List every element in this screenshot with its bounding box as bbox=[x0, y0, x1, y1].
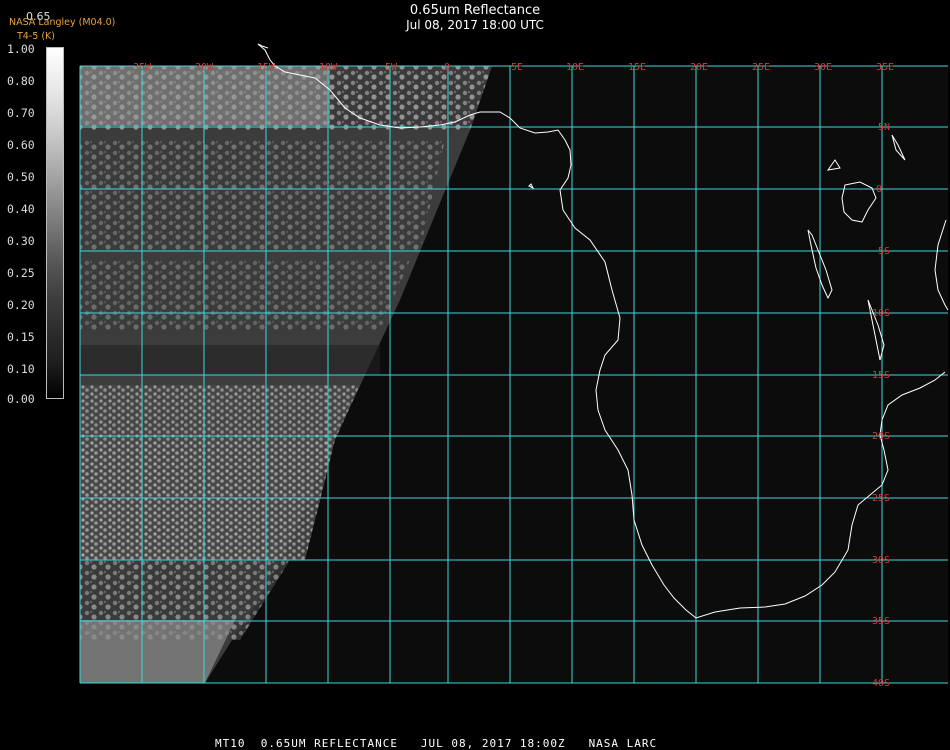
lon-label: 10E bbox=[566, 62, 584, 73]
footer-caption: MT10 0.65UM REFLECTANCE JUL 08, 2017 18:… bbox=[0, 737, 950, 750]
credit-line: NASA Langley (M04.0) bbox=[9, 17, 116, 28]
lon-label: 0 bbox=[444, 62, 450, 73]
map-title: 0.65um Reflectance bbox=[409, 3, 541, 18]
footer-datetime: JUL 08, 2017 18:00Z bbox=[420, 737, 566, 750]
colorbar-label: 0.00 bbox=[7, 392, 35, 406]
colorbar-label: 0.50 bbox=[7, 170, 35, 184]
colorbar-label: 0.20 bbox=[7, 298, 35, 312]
colorbar-label: 0.40 bbox=[7, 202, 35, 216]
lon-label: 30E bbox=[814, 62, 832, 73]
lon-label: 30W bbox=[195, 62, 214, 73]
satellite-map: 35W 30W 15W 10W 5W 0 5E 10E 15E 20E 25E … bbox=[79, 43, 949, 689]
colorbar bbox=[46, 47, 64, 399]
footer-source: NASA LARC bbox=[588, 737, 658, 750]
lon-label: 20E bbox=[690, 62, 708, 73]
colorbar-label: 0.10 bbox=[7, 362, 35, 376]
colorbar-label: 0.60 bbox=[7, 138, 35, 152]
lon-label: 10W bbox=[319, 62, 338, 73]
colorbar-label: 0.15 bbox=[7, 330, 35, 344]
lat-label: 15S bbox=[872, 370, 890, 381]
lon-label: 15W bbox=[257, 62, 276, 73]
lat-label: 5S bbox=[878, 246, 890, 257]
footer-description: 0.65UM REFLECTANCE bbox=[260, 737, 398, 750]
lat-label: 20S bbox=[872, 431, 890, 442]
colorbar-label: 0.70 bbox=[7, 106, 35, 120]
lat-label: 35S bbox=[872, 616, 890, 627]
credit-units: T4-5 (K) bbox=[17, 31, 55, 42]
lon-label: 25E bbox=[752, 62, 770, 73]
colorbar-label: 0.30 bbox=[7, 234, 35, 248]
lat-label: 0 bbox=[876, 184, 882, 195]
map-subtitle: Jul 08, 2017 18:00 UTC bbox=[406, 18, 544, 32]
lon-label: 5E bbox=[511, 62, 523, 73]
colorbar-label: 1.00 bbox=[7, 42, 35, 56]
lat-label: 10S bbox=[872, 308, 890, 319]
colorbar-label: 0.80 bbox=[7, 74, 35, 88]
lat-label: 30S bbox=[872, 555, 890, 566]
canary-coast bbox=[257, 43, 269, 49]
lon-label: 15E bbox=[628, 62, 646, 73]
footer-product: MT10 bbox=[215, 737, 246, 750]
lon-label: 5W bbox=[385, 62, 398, 73]
lat-label: 25S bbox=[872, 493, 890, 504]
colorbar-current-value: 0.65 bbox=[26, 10, 51, 23]
lat-label: 5N bbox=[878, 122, 890, 133]
lon-label: 35W bbox=[133, 62, 152, 73]
lat-label: 40S bbox=[872, 678, 890, 689]
colorbar-label: 0.25 bbox=[7, 266, 35, 280]
lon-label: 35E bbox=[876, 62, 894, 73]
